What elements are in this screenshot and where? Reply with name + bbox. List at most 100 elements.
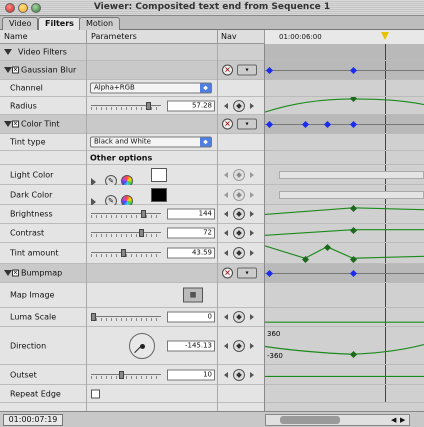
contrast-row: Contrast 72	[0, 224, 424, 243]
timeline-track	[265, 80, 424, 96]
disclosure-triangle-icon[interactable]	[4, 121, 12, 127]
filter-name: Gaussian Blur	[21, 65, 77, 75]
timeline-track	[265, 151, 424, 164]
light-color-swatch[interactable]	[151, 167, 167, 182]
filter-enable-checkbox[interactable]: ✕	[12, 120, 19, 128]
playhead-line	[385, 134, 386, 150]
keyframe-nav-control[interactable]	[224, 368, 254, 381]
luma-scale-slider[interactable]	[91, 313, 161, 321]
keyframe-marker[interactable]	[301, 120, 310, 129]
radius-row: Radius 57.28	[0, 97, 424, 115]
keyframe-marker[interactable]	[265, 66, 274, 75]
radius-slider[interactable]	[91, 101, 161, 110]
current-timecode-field[interactable]: 01:00:07:19	[3, 414, 63, 426]
keyframe-marker[interactable]	[323, 120, 332, 129]
tab-bar: Video Filters Motion	[0, 16, 424, 30]
keyframe-marker[interactable]	[265, 120, 274, 129]
repeat-edge-checkbox[interactable]	[91, 389, 100, 398]
keyframe-nav-control[interactable]	[224, 227, 254, 239]
slider-thumb[interactable]	[119, 370, 124, 379]
radius-value-field[interactable]: 57.28	[167, 100, 215, 111]
brightness-curve	[265, 207, 424, 216]
slider-thumb[interactable]	[141, 210, 146, 218]
disclosure-triangle-icon[interactable]	[4, 49, 12, 55]
status-bar: 01:00:07:19 ◀ ▶	[0, 411, 424, 427]
tint-type-row: Tint type Black and White ◆	[0, 134, 424, 151]
direction-angle-dial[interactable]	[129, 332, 155, 359]
ruler-timecode: 01:00:06:00	[279, 33, 322, 41]
color-track-bar	[279, 191, 424, 199]
contrast-slider[interactable]	[91, 229, 161, 237]
empty-area	[0, 403, 424, 411]
dark-color-swatch[interactable]	[151, 187, 167, 202]
keyframe-nav-control[interactable]	[224, 188, 254, 201]
playhead-line	[385, 385, 386, 402]
brightness-row: Brightness 144	[0, 205, 424, 224]
slider-thumb[interactable]	[91, 313, 96, 321]
reset-button[interactable]: ✕	[222, 118, 233, 130]
brightness-value-field[interactable]: 144	[167, 208, 215, 220]
keyframe-menu-button[interactable]: ▾	[237, 267, 257, 279]
timeline-ruler[interactable]: 01:00:06:00	[265, 30, 424, 44]
keyframe-marker[interactable]	[349, 120, 358, 129]
title-bar: Viewer: Composited text end from Sequenc…	[0, 0, 424, 16]
other-options-row: Other options	[0, 151, 424, 165]
outset-value-field[interactable]: 10	[167, 369, 215, 380]
direction-value-field[interactable]: -145.13	[167, 340, 215, 351]
keyframe-nav-control[interactable]	[224, 99, 254, 112]
reset-button[interactable]: ✕	[222, 267, 233, 279]
color-tint-filter-header[interactable]: ✕ Color Tint ✕ ▾	[0, 115, 424, 134]
bumpmap-filter-header[interactable]: ✕ Bumpmap ✕ ▾	[0, 264, 424, 283]
scroll-left-arrow-icon[interactable]: ◀	[391, 416, 399, 424]
keyframe-nav-control[interactable]	[224, 311, 254, 323]
timeline-track	[265, 264, 424, 282]
chevron-updown-icon: ◆	[200, 137, 211, 147]
keyframe-nav-control[interactable]	[224, 208, 254, 220]
outset-row: Outset 10	[0, 365, 424, 385]
disclosure-triangle-icon[interactable]	[4, 270, 12, 276]
slider-thumb[interactable]	[121, 249, 126, 257]
tab-motion[interactable]: Motion	[79, 17, 121, 30]
scrollbar-thumb[interactable]	[280, 416, 340, 424]
tint-type-select[interactable]: Black and White ◆	[90, 136, 212, 148]
keyframe-nav-control[interactable]	[224, 168, 254, 181]
keyframe-marker[interactable]	[265, 269, 274, 278]
timeline-horizontal-scrollbar[interactable]: ◀ ▶	[265, 414, 410, 426]
tab-filters[interactable]: Filters	[38, 17, 81, 30]
outset-slider[interactable]	[91, 370, 161, 379]
keyframe-marker[interactable]	[349, 66, 358, 75]
filter-enable-checkbox[interactable]: ✕	[12, 269, 19, 277]
playhead-line	[385, 151, 386, 164]
luma-scale-value-field[interactable]: 0	[167, 311, 215, 323]
brightness-slider[interactable]	[91, 210, 161, 218]
gaussian-blur-filter-header[interactable]: ✕ Gaussian Blur ✕ ▾	[0, 61, 424, 80]
map-image-row: Map Image ▦	[0, 283, 424, 308]
channel-select[interactable]: Alpha+RGB ◆	[90, 82, 212, 94]
param-label: Tint type	[10, 137, 46, 147]
tab-video[interactable]: Video	[2, 17, 39, 30]
image-well-icon[interactable]: ▦	[183, 287, 203, 303]
column-divider	[217, 30, 218, 43]
contrast-value-field[interactable]: 72	[167, 227, 215, 239]
keyframe-menu-button[interactable]: ▾	[237, 118, 257, 130]
timeline-track	[265, 44, 424, 60]
filter-name: Bumpmap	[21, 268, 63, 278]
disclosure-triangle-icon[interactable]	[4, 67, 12, 73]
keyframe-marker[interactable]	[349, 269, 358, 278]
timeline-track	[265, 385, 424, 402]
keyframe-nav-control[interactable]	[224, 339, 254, 352]
tint-amount-slider[interactable]	[91, 249, 161, 257]
radius-curve	[265, 98, 424, 113]
keyframe-nav-control[interactable]	[224, 247, 254, 259]
keyframe-menu-button[interactable]: ▾	[237, 64, 257, 76]
playhead-marker-icon[interactable]	[381, 32, 389, 40]
scroll-right-arrow-icon[interactable]: ▶	[400, 416, 408, 424]
filter-enable-checkbox[interactable]: ✕	[12, 66, 19, 74]
slider-thumb[interactable]	[139, 229, 144, 237]
slider-thumb[interactable]	[146, 101, 151, 110]
reset-button[interactable]: ✕	[222, 64, 233, 76]
tint-amount-value-field[interactable]: 43.59	[167, 247, 215, 259]
param-label: Contrast	[10, 228, 45, 238]
video-filters-section[interactable]: Video Filters	[0, 44, 424, 61]
param-label: Repeat Edge	[10, 389, 61, 398]
